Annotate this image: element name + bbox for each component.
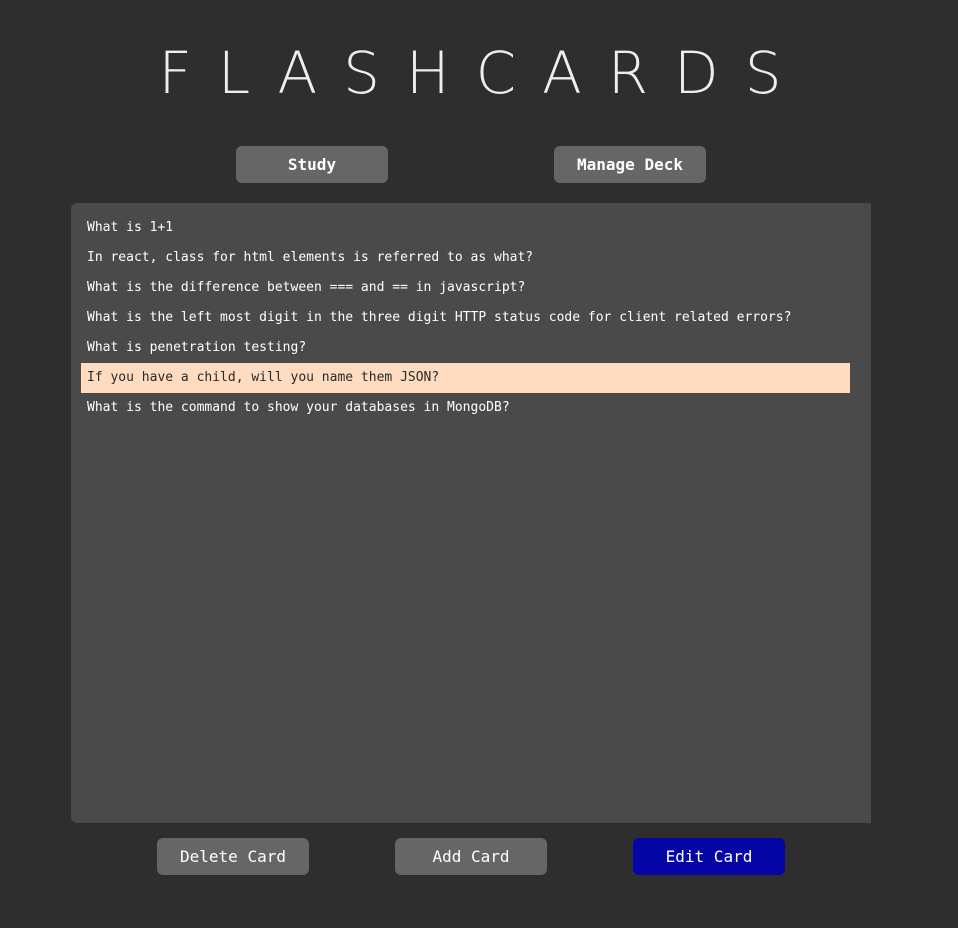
card-list-panel: What is 1+1 In react, class for html ele… (71, 203, 871, 823)
study-button[interactable]: Study (236, 146, 388, 183)
card-list-item[interactable]: In react, class for html elements is ref… (81, 243, 850, 273)
card-list-item[interactable]: What is 1+1 (81, 213, 850, 243)
card-list-item[interactable]: What is the command to show your databas… (81, 393, 850, 423)
edit-card-button[interactable]: Edit Card (633, 838, 785, 875)
card-list-item[interactable]: What is the difference between === and =… (81, 273, 850, 303)
card-list-item-selected[interactable]: If you have a child, will you name them … (81, 363, 850, 393)
app-title: FLASHCARDS (158, 39, 808, 107)
delete-card-button[interactable]: Delete Card (157, 838, 309, 875)
manage-deck-button[interactable]: Manage Deck (554, 146, 706, 183)
card-list: What is 1+1 In react, class for html ele… (71, 213, 871, 423)
card-list-item[interactable]: What is the left most digit in the three… (81, 303, 850, 333)
card-list-item[interactable]: What is penetration testing? (81, 333, 850, 363)
add-card-button[interactable]: Add Card (395, 838, 547, 875)
